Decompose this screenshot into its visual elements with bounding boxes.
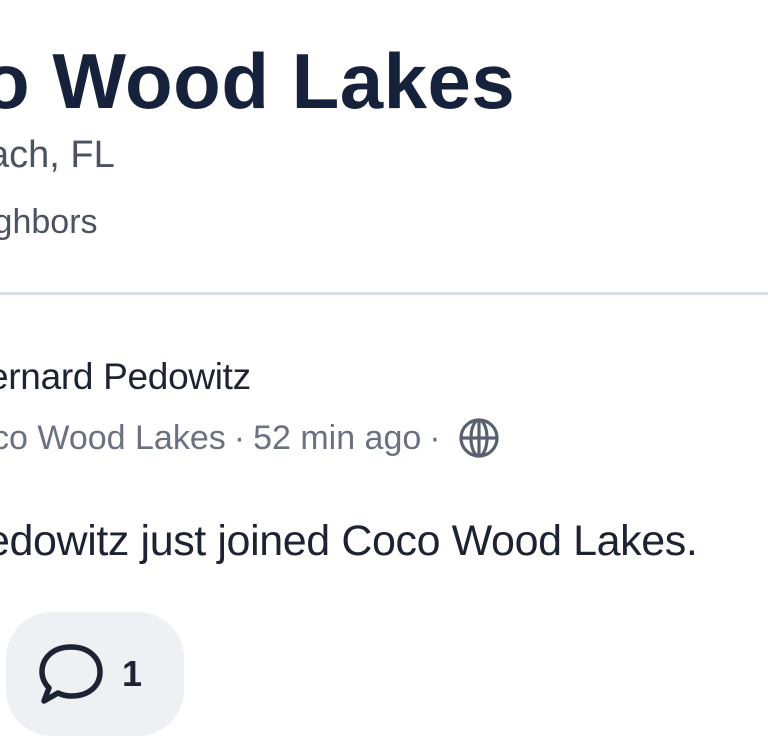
meta-separator: · (233, 418, 246, 457)
comment-button[interactable]: 1 (6, 612, 184, 736)
post-card: ernard Pedowitz co Wood Lakes · 52 min a… (0, 296, 768, 750)
group-neighbors-link[interactable]: ighbors (0, 200, 98, 244)
post-timestamp[interactable]: 52 min ago (253, 419, 421, 458)
meta-separator: · (429, 418, 441, 457)
divider (0, 292, 768, 295)
post-author[interactable]: ernard Pedowitz (0, 354, 251, 400)
group-header: o Wood Lakes ach, FL ighbors (0, 0, 768, 296)
globe-icon[interactable] (457, 416, 501, 460)
comment-count: 1 (122, 653, 143, 694)
comment-bubble-icon (36, 639, 106, 709)
post-body: edowitz just joined Coco Wood Lakes. (0, 517, 698, 565)
post-group-link[interactable]: co Wood Lakes (0, 419, 226, 458)
group-title: o Wood Lakes (0, 37, 516, 125)
post-meta: co Wood Lakes · 52 min ago · (0, 414, 501, 462)
group-location: ach, FL (0, 134, 115, 176)
